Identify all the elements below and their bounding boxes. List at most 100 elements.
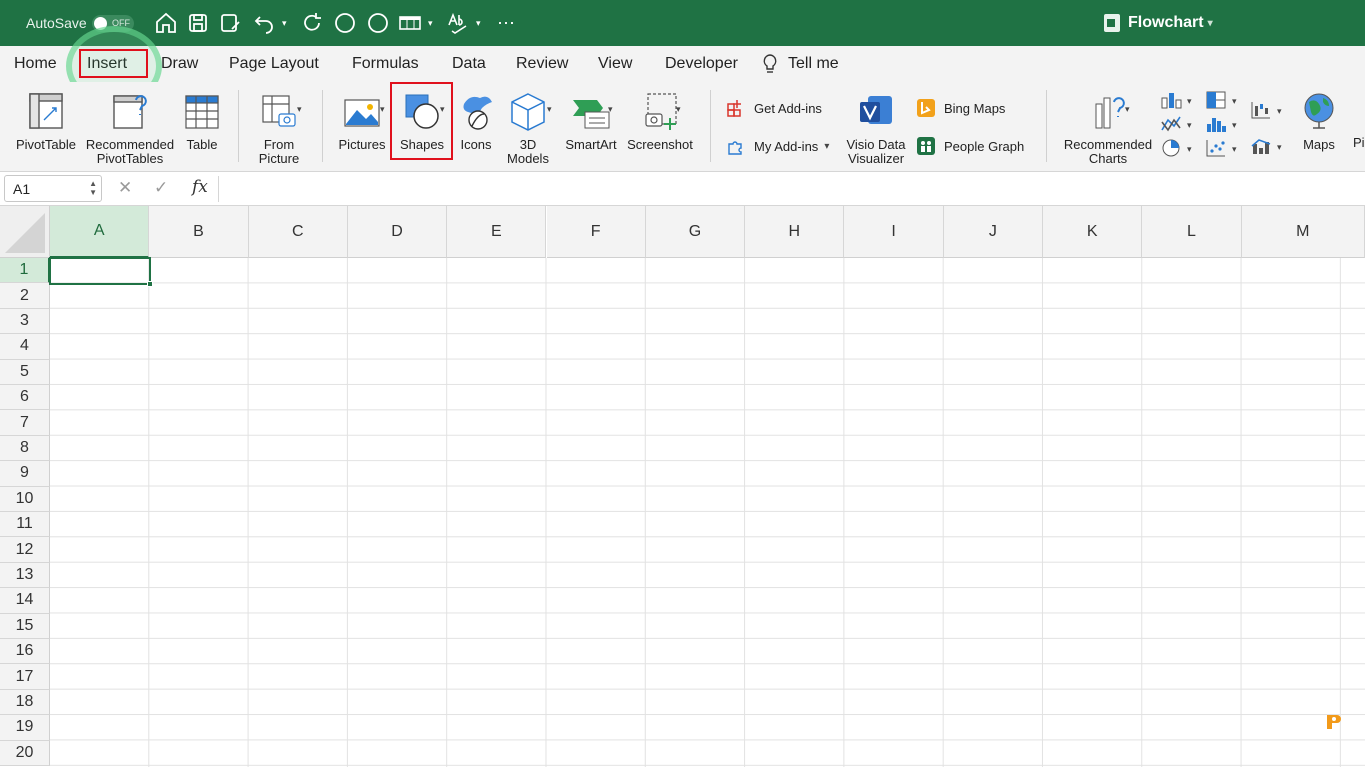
pivotchart-label-truncated[interactable]: Pi [1353,135,1365,150]
row-header-15[interactable]: 15 [0,613,50,639]
tab-tell-me[interactable]: Tell me [788,53,839,75]
row-header-4[interactable]: 4 [0,334,50,360]
combo-chart-icon[interactable] [1250,136,1272,156]
pivottable-button[interactable]: PivotTable [14,90,78,152]
enter-check-icon[interactable]: ✓ [154,178,168,198]
screenshot-button[interactable]: Screenshot [624,90,696,152]
name-box-spinner-icon[interactable]: ▲ ▼ [89,179,97,197]
screenshot-dropdown-icon[interactable]: ▾ [676,104,681,115]
column-header-j[interactable]: J [943,206,1043,258]
spelling-icon[interactable] [446,11,470,35]
column-header-c[interactable]: C [248,206,348,258]
visio-data-visualizer-button[interactable]: Visio Data Visualizer [844,90,908,166]
recommended-charts-button[interactable]: Recommended Charts [1060,90,1156,166]
column-chart-dropdown-icon[interactable]: ▾ [1187,96,1192,107]
waterfall-chart-dropdown-icon[interactable]: ▾ [1277,106,1282,117]
tab-page-layout[interactable]: Page Layout [229,53,319,75]
recommended-charts-dropdown-icon[interactable]: ▾ [1125,104,1130,115]
save-icon[interactable] [186,11,210,35]
scatter-chart-icon[interactable] [1205,138,1227,158]
icons-button[interactable]: Icons [456,90,496,152]
cancel-icon[interactable]: ✕ [118,178,132,198]
pictures-button[interactable]: Pictures [334,90,390,152]
column-header-d[interactable]: D [347,206,448,258]
pie-chart-dropdown-icon[interactable]: ▾ [1187,144,1192,155]
name-box[interactable]: A1 ▲ ▼ [4,175,102,202]
get-addins-button[interactable]: Get Add-ins [726,98,822,118]
row-header-14[interactable]: 14 [0,588,50,614]
tab-developer[interactable]: Developer [665,53,738,75]
from-picture-button[interactable]: From Picture [252,90,306,166]
3d-models-button[interactable]: 3D Models [504,90,552,166]
row-header-7[interactable]: 7 [0,410,50,436]
people-graph-button[interactable]: People Graph [916,136,1024,156]
row-header-19[interactable]: 19 [0,715,50,741]
row-header-12[interactable]: 12 [0,537,50,563]
column-header-h[interactable]: H [745,206,845,258]
scatter-chart-dropdown-icon[interactable]: ▾ [1232,144,1237,155]
tab-data[interactable]: Data [452,53,486,75]
tab-formulas[interactable]: Formulas [352,53,419,75]
undo-dropdown-icon[interactable]: ▾ [282,18,287,29]
row-header-17[interactable]: 17 [0,664,50,690]
row-header-3[interactable]: 3 [0,308,50,335]
tab-review[interactable]: Review [516,53,568,75]
fill-handle[interactable] [147,281,153,287]
column-header-k[interactable]: K [1043,206,1143,258]
column-header-m[interactable]: M [1241,206,1365,258]
row-header-13[interactable]: 13 [0,562,50,589]
redo-icon[interactable] [300,11,324,35]
table-format-dropdown-icon[interactable]: ▾ [428,18,433,29]
row-header-1[interactable]: 1 [0,258,50,284]
table-button[interactable]: Table [182,90,222,152]
document-title[interactable]: Flowchart ▾ [1104,0,1213,46]
tab-view[interactable]: View [598,53,632,75]
row-header-2[interactable]: 2 [0,283,50,309]
column-header-g[interactable]: G [645,206,746,258]
tab-home[interactable]: Home [14,53,57,75]
column-header-e[interactable]: E [447,206,547,258]
circle-icon-2[interactable] [366,11,390,35]
hierarchy-chart-icon[interactable] [1205,90,1227,110]
save-as-icon[interactable] [218,11,242,35]
smartart-dropdown-icon[interactable]: ▾ [608,104,613,115]
3d-models-dropdown-icon[interactable]: ▾ [547,104,552,115]
line-chart-dropdown-icon[interactable]: ▾ [1187,120,1192,131]
more-icon[interactable]: ⋯ [494,0,518,46]
insert-function-icon[interactable]: fx [192,177,208,197]
row-header-9[interactable]: 9 [0,461,50,487]
active-cell-a1[interactable] [49,257,153,287]
from-picture-dropdown-icon[interactable]: ▾ [297,104,302,115]
waterfall-chart-icon[interactable] [1250,100,1272,120]
column-header-f[interactable]: F [546,206,646,258]
column-header-l[interactable]: L [1142,206,1242,258]
spelling-dropdown-icon[interactable]: ▾ [476,18,481,29]
column-header-a[interactable]: A [50,206,150,258]
row-header-6[interactable]: 6 [0,385,50,411]
cell-area[interactable] [50,258,1365,767]
bing-maps-button[interactable]: Bing Maps [916,98,1005,118]
my-addins-button[interactable]: My Add-ins ▾ [726,136,829,156]
row-header-18[interactable]: 18 [0,689,50,716]
smartart-button[interactable]: SmartArt [562,90,620,152]
statistic-chart-dropdown-icon[interactable]: ▾ [1232,120,1237,131]
combo-chart-dropdown-icon[interactable]: ▾ [1277,142,1282,153]
undo-icon[interactable] [252,11,276,35]
table-format-icon[interactable] [398,11,422,35]
row-header-8[interactable]: 8 [0,435,50,462]
column-header-i[interactable]: I [844,206,944,258]
statistic-chart-icon[interactable] [1205,114,1227,134]
select-all-corner[interactable] [0,206,50,258]
tab-draw[interactable]: Draw [161,53,198,75]
column-header-b[interactable]: B [149,206,249,258]
line-chart-icon[interactable] [1160,114,1182,134]
row-header-10[interactable]: 10 [0,486,50,512]
row-header-20[interactable]: 20 [0,740,50,766]
hierarchy-chart-dropdown-icon[interactable]: ▾ [1232,96,1237,107]
maps-button[interactable]: Maps [1296,90,1342,152]
recommended-pivottables-button[interactable]: Recommended PivotTables [85,90,175,166]
home-icon[interactable] [154,11,178,35]
column-chart-icon[interactable] [1160,90,1182,110]
pictures-dropdown-icon[interactable]: ▾ [380,104,385,115]
row-header-5[interactable]: 5 [0,359,50,385]
